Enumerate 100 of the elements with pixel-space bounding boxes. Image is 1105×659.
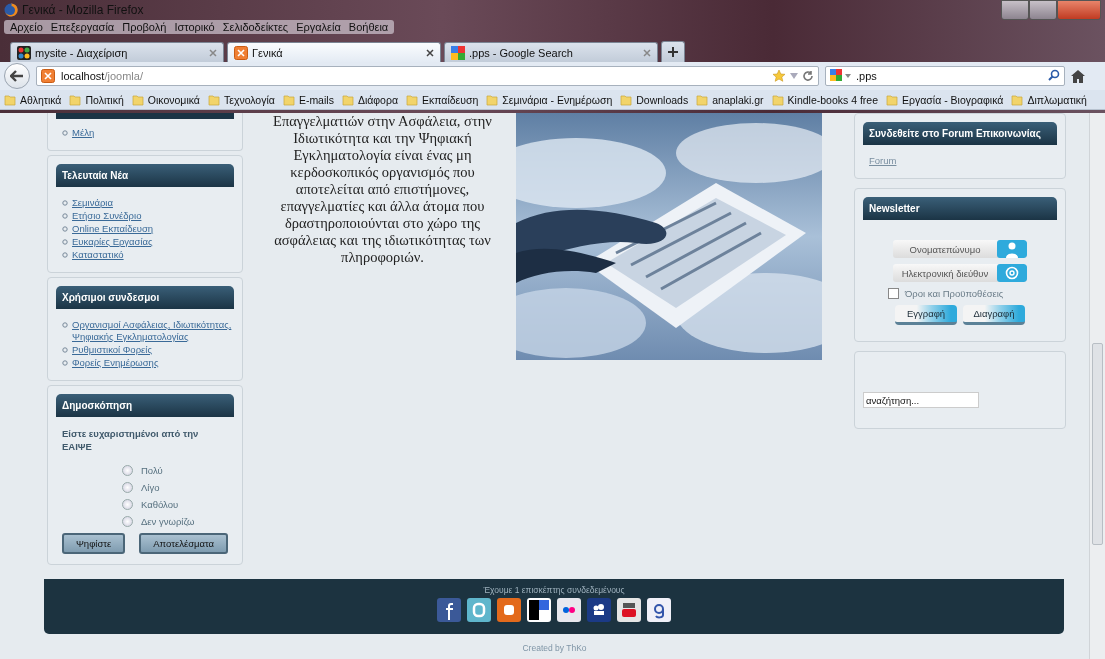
bookmark-item[interactable]: Διπλωματική bbox=[1011, 93, 1087, 106]
checkbox[interactable] bbox=[888, 288, 899, 299]
star-icon[interactable] bbox=[772, 69, 786, 83]
menu-item[interactable]: Επεξεργασία bbox=[50, 21, 115, 33]
nav-link[interactable]: Online Εκπαίδευση bbox=[72, 223, 154, 235]
bookmark-item[interactable]: anaplaki.gr bbox=[696, 93, 764, 106]
bullet-icon bbox=[62, 252, 68, 258]
option-label: Καθόλου bbox=[141, 499, 179, 510]
radio-button[interactable] bbox=[122, 482, 133, 493]
folder-icon bbox=[4, 93, 16, 106]
folder-icon bbox=[886, 93, 899, 106]
social-icon[interactable] bbox=[587, 598, 611, 622]
home-icon[interactable] bbox=[1071, 69, 1085, 83]
close-tab-icon[interactable] bbox=[426, 46, 434, 59]
nav-link[interactable]: Φορείς Ενημέρωσης bbox=[72, 357, 159, 369]
menu-item[interactable]: Εργαλεία bbox=[296, 21, 341, 33]
folder-icon bbox=[207, 93, 220, 106]
menu-item[interactable]: Σελιδοδείκτες bbox=[222, 21, 289, 33]
browser-tab[interactable]: mysite - Διαχείριση bbox=[10, 42, 224, 62]
bullet-icon bbox=[62, 130, 68, 136]
bullet-icon bbox=[62, 239, 68, 245]
option-label: Πολύ bbox=[141, 465, 163, 476]
scrollbar-thumb[interactable] bbox=[1092, 343, 1103, 545]
plus-icon bbox=[668, 47, 678, 57]
search-engine-icon[interactable] bbox=[830, 69, 852, 83]
site-icon bbox=[41, 69, 55, 83]
bookmark-item[interactable]: Σεμινάρια - Ενημέρωση bbox=[486, 93, 613, 106]
module-header: Συνδεθείτε στο Forum Επικοινωνίας bbox=[863, 122, 1057, 145]
maximize-button[interactable] bbox=[1029, 0, 1057, 20]
bookmark-item[interactable]: Οικονομικά bbox=[131, 93, 200, 106]
option-label: Δεν γνωρίζω bbox=[141, 516, 195, 527]
folder-icon bbox=[620, 93, 633, 106]
menu-item[interactable]: Βοήθεια bbox=[348, 21, 389, 33]
bullet-icon bbox=[62, 226, 68, 232]
bookmark-item[interactable]: Kindle-books 4 free bbox=[771, 93, 879, 106]
scrollbar[interactable] bbox=[1089, 113, 1105, 659]
folder-icon bbox=[341, 93, 354, 106]
intro-paragraph: Επαγγελματιών στην Ασφάλεια, στην Ιδιωτικότητα και την Ψηφιακή Εγκληματολογία είναι ένας μη κερδοσκοπικός οργανισμός που αποτελείται από επιστήμονες, επαγγελματίες και άλλα άτομα που δραστηροποιούνται στο χώρο της ασφάλειας και της ιδιωτικότητας των πληροφοριών. bbox=[272, 113, 493, 266]
menu-item[interactable]: Αρχείο bbox=[10, 21, 43, 33]
browser-logo-icon bbox=[4, 3, 18, 17]
folder-icon bbox=[1011, 93, 1024, 106]
nav-link[interactable]: Οργανισμοί Ασφάλειας, Ιδιωτικότητας, Ψηφιακής Εγκληματολογίας bbox=[72, 319, 234, 343]
option-label: Λίγο bbox=[141, 482, 160, 493]
folder-icon bbox=[486, 93, 499, 106]
nav-link[interactable]: Σεμινάρια bbox=[72, 197, 113, 209]
back-button[interactable] bbox=[4, 63, 30, 89]
bookmark-item[interactable]: Downloads bbox=[620, 93, 689, 106]
bullet-icon bbox=[62, 360, 68, 366]
search-field[interactable]: αναζήτηση... bbox=[863, 392, 979, 408]
bookmark-item[interactable]: Εκπαίδευση bbox=[406, 93, 479, 106]
person-icon bbox=[997, 240, 1027, 258]
module-header: Τελευταία Νέα bbox=[56, 164, 234, 187]
social-icon[interactable] bbox=[527, 598, 551, 622]
back-arrow-icon bbox=[10, 70, 24, 82]
reload-icon[interactable] bbox=[802, 70, 814, 82]
nav-link[interactable]: Ευκαρίες Εργασίας bbox=[72, 236, 153, 248]
folder-icon bbox=[131, 93, 144, 106]
close-button[interactable] bbox=[1057, 0, 1101, 20]
text-field[interactable]: Ηλεκτρονική διεύθυν bbox=[893, 264, 1027, 282]
bookmark-item[interactable]: Τεχνολογία bbox=[207, 93, 275, 106]
menu-item[interactable]: Ιστορικό bbox=[174, 21, 215, 33]
bookmark-item[interactable]: Πολιτική bbox=[69, 93, 124, 106]
bookmark-item[interactable]: Αθλητικά bbox=[4, 93, 62, 106]
module-header: Δημοσκόπηση bbox=[56, 394, 234, 417]
social-icon[interactable] bbox=[617, 598, 641, 622]
social-icon[interactable] bbox=[437, 598, 461, 622]
nav-link[interactable]: Ρυθμιστικοί Φορείς bbox=[72, 344, 152, 356]
bullet-icon bbox=[62, 200, 68, 206]
online-count: Έχουμε 1 επισκέπτης συνδεδεμένους bbox=[483, 585, 625, 595]
dropdown-icon[interactable] bbox=[790, 72, 798, 80]
address-field[interactable]: localhost/joomla/ bbox=[36, 66, 819, 86]
poll-question: Είστε ευχαριστημένοι από την ΕΑΙΨΕ bbox=[62, 427, 200, 453]
poll-button[interactable]: Αποτελέσματα bbox=[139, 533, 229, 554]
bookmark-item[interactable]: E-mails bbox=[282, 93, 334, 106]
social-icon[interactable] bbox=[647, 598, 671, 622]
nav-link[interactable]: Ετήσιο Συνέδριο bbox=[72, 210, 142, 222]
folder-icon bbox=[282, 93, 295, 106]
folder-icon bbox=[406, 93, 418, 106]
search-field[interactable]: .pps bbox=[825, 66, 1065, 86]
text-field[interactable]: Ονοματεπώνυμο bbox=[893, 240, 1027, 258]
menu-item[interactable]: Προβολή bbox=[122, 21, 167, 33]
radio-button[interactable] bbox=[122, 465, 133, 476]
radio-button[interactable] bbox=[122, 516, 133, 527]
bullet-icon bbox=[62, 347, 68, 353]
bookmark-item[interactable]: Εργασία - Βιογραφικά bbox=[886, 93, 1004, 106]
new-tab-button[interactable] bbox=[661, 41, 685, 62]
browser-tab[interactable]: Γενικά bbox=[227, 42, 441, 62]
nav-link[interactable]: Μέλη bbox=[72, 127, 95, 139]
poll-button[interactable]: Ψηφίστε bbox=[61, 533, 126, 554]
minimize-button[interactable] bbox=[1001, 0, 1029, 20]
browser-tab[interactable]: .pps - Google Search bbox=[444, 42, 658, 62]
folder-icon bbox=[771, 93, 784, 106]
radio-button[interactable] bbox=[122, 499, 133, 510]
bullet-icon bbox=[62, 322, 68, 328]
module-header: Newsletter bbox=[863, 197, 1057, 220]
site-icon bbox=[234, 45, 248, 60]
nav-link[interactable]: Καταστατικό bbox=[72, 249, 124, 261]
search-icon[interactable] bbox=[1048, 69, 1060, 81]
bookmark-item[interactable]: Διάφορα bbox=[341, 93, 398, 106]
credit-text: Created by ThKo bbox=[522, 643, 587, 653]
